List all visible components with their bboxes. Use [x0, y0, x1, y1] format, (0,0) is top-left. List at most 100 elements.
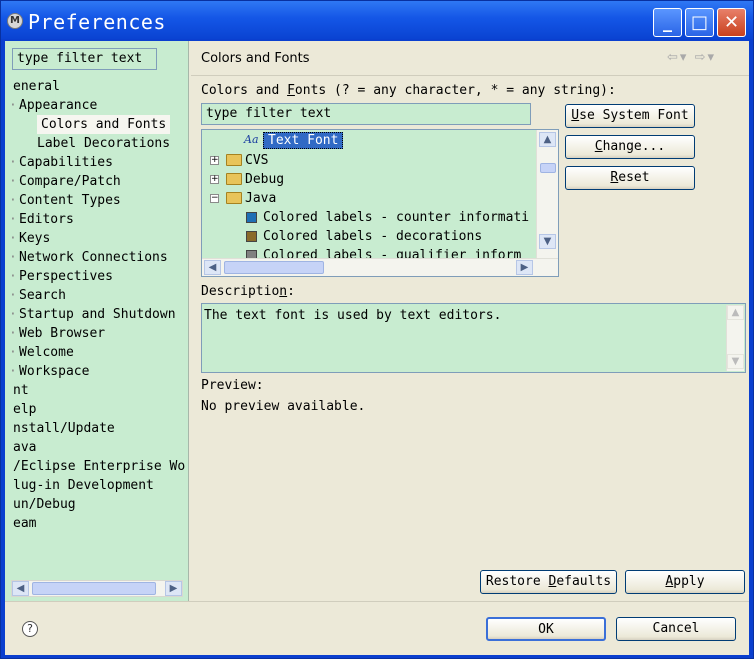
- tree-scroll-left-icon[interactable]: ◀: [204, 260, 221, 275]
- nav-item[interactable]: Label Decorations: [37, 134, 170, 153]
- tree-connector-icon: ·: [9, 364, 17, 379]
- preference-nav: type filter text eneral Appearance · Colors…: [5, 41, 189, 601]
- nav-item[interactable]: Keys: [19, 229, 50, 248]
- tree-connector-icon: ·: [9, 269, 17, 284]
- tree-connector-icon: ·: [9, 193, 17, 208]
- nav-item[interactable]: Content Types: [19, 191, 121, 210]
- color-swatch-icon: [246, 212, 257, 223]
- tree-connector-icon: ·: [9, 345, 17, 360]
- nav-item[interactable]: elp: [13, 400, 36, 419]
- minimize-button[interactable]: _: [653, 8, 682, 37]
- color-swatch-icon: [246, 250, 257, 258]
- nav-item[interactable]: Editors: [19, 210, 74, 229]
- scroll-up-icon[interactable]: ▲: [539, 132, 556, 147]
- tree-item[interactable]: Colored labels - counter informati: [263, 208, 529, 227]
- nav-item[interactable]: Perspectives: [19, 267, 113, 286]
- scroll-left-icon[interactable]: ◀: [12, 581, 29, 596]
- nav-tree: eneral Appearance · Colors and Fonts Label D…: [5, 77, 187, 577]
- tree-connector-icon: ·: [9, 288, 17, 303]
- preview-text: No preview available.: [201, 399, 366, 414]
- ok-button[interactable]: OK: [486, 617, 606, 641]
- description-label: Description:: [201, 284, 295, 299]
- window-title: Preferences: [28, 10, 166, 34]
- nav-item[interactable]: Web Browser: [19, 324, 105, 343]
- nav-item[interactable]: Startup and Shutdown: [19, 305, 176, 324]
- tree-connector-icon: ·: [9, 155, 17, 170]
- nav-item[interactable]: ava: [13, 438, 36, 457]
- back-arrow-icon[interactable]: ⇦: [667, 50, 680, 65]
- description-text: The text font is used by text editors.: [204, 308, 502, 323]
- tree-horizontal-scrollbar[interactable]: ◀ ▶: [202, 258, 558, 276]
- expand-toggle-icon[interactable]: −: [210, 194, 219, 203]
- forward-dropdown-icon[interactable]: ▾: [707, 50, 716, 65]
- restore-defaults-button[interactable]: Restore Defaults: [480, 570, 617, 594]
- nav-item[interactable]: eam: [13, 514, 36, 533]
- nav-item[interactable]: Welcome: [19, 343, 74, 362]
- colors-fonts-tree[interactable]: Aa Text Font + CVS + Debug − Java Colored labels…: [201, 129, 559, 277]
- maximize-button[interactable]: □: [685, 8, 714, 37]
- tree-connector-icon: ·: [9, 98, 17, 113]
- change-font-button[interactable]: Change...: [565, 135, 695, 159]
- nav-filter-input[interactable]: type filter text: [12, 48, 157, 70]
- tree-connector-icon: ·: [9, 307, 17, 322]
- tree-item[interactable]: Java: [245, 189, 276, 208]
- desc-scroll-down-icon[interactable]: ▼: [727, 354, 744, 369]
- dialog-client: type filter text eneral Appearance · Colors…: [5, 41, 749, 655]
- back-dropdown-icon[interactable]: ▾: [680, 50, 689, 65]
- nav-item[interactable]: /Eclipse Enterprise Wo: [13, 457, 185, 476]
- desc-scroll-up-icon[interactable]: ▲: [727, 305, 744, 320]
- history-nav: ⇦▾ ⇨▾: [667, 50, 716, 65]
- nav-item[interactable]: un/Debug: [13, 495, 76, 514]
- tree-scroll-right-icon[interactable]: ▶: [516, 260, 533, 275]
- tree-item[interactable]: Colored labels - qualifier inform: [263, 246, 521, 258]
- tree-connector-icon: ·: [9, 174, 17, 189]
- nav-item[interactable]: Colors and Fonts: [37, 115, 171, 134]
- colors-filter-input[interactable]: type filter text: [201, 103, 531, 125]
- nav-item[interactable]: Network Connections: [19, 248, 168, 267]
- scroll-right-icon[interactable]: ▶: [165, 581, 182, 596]
- folder-icon: [226, 192, 242, 204]
- close-button[interactable]: ✕: [717, 8, 746, 37]
- reset-button[interactable]: Reset: [565, 166, 695, 190]
- description-box[interactable]: The text font is used by text editors. ▲…: [201, 303, 746, 373]
- scroll-thumb[interactable]: [32, 582, 156, 595]
- nav-item[interactable]: Capabilities: [19, 153, 113, 172]
- tree-connector-icon: ·: [9, 326, 17, 341]
- page-title: Colors and Fonts: [201, 51, 310, 66]
- apply-button[interactable]: Apply: [625, 570, 745, 594]
- expand-toggle-icon[interactable]: +: [210, 175, 219, 184]
- preview-label: Preview:: [201, 378, 264, 393]
- cancel-button[interactable]: Cancel: [616, 617, 736, 641]
- forward-arrow-icon[interactable]: ⇨: [695, 50, 708, 65]
- nav-item[interactable]: Search: [19, 286, 66, 305]
- title-bar[interactable]: M Preferences _ □ ✕: [1, 1, 753, 39]
- scroll-down-icon[interactable]: ▼: [539, 234, 556, 249]
- color-swatch-icon: [246, 231, 257, 242]
- expand-toggle-icon[interactable]: +: [210, 156, 219, 165]
- tree-item[interactable]: Debug: [245, 170, 284, 189]
- tree-hscroll-thumb[interactable]: [224, 261, 324, 274]
- tree-item[interactable]: Text Font: [263, 132, 344, 149]
- use-system-font-button[interactable]: Use System Font: [565, 104, 695, 128]
- filter-label: Colors and Fonts (? = any character, * =…: [201, 83, 616, 98]
- tree-vertical-scrollbar[interactable]: ▲ ▼: [536, 130, 558, 258]
- nav-item[interactable]: lug-in Development: [13, 476, 154, 495]
- preferences-window: M Preferences _ □ ✕ type filter text ene…: [0, 0, 754, 659]
- tree-connector-icon: ·: [9, 231, 17, 246]
- nav-item[interactable]: eneral: [13, 77, 60, 96]
- description-scrollbar[interactable]: ▲ ▼: [726, 305, 744, 371]
- nav-item[interactable]: Compare/Patch: [19, 172, 121, 191]
- nav-item[interactable]: nstall/Update: [13, 419, 115, 438]
- footer-separator: [5, 601, 749, 602]
- nav-item[interactable]: Appearance: [19, 96, 97, 115]
- tree-vscroll-thumb[interactable]: [540, 163, 556, 173]
- help-icon[interactable]: ?: [22, 621, 38, 637]
- nav-horizontal-scrollbar[interactable]: ◀ ▶: [11, 580, 183, 597]
- folder-icon: [226, 154, 242, 166]
- nav-item[interactable]: Workspace: [19, 362, 89, 381]
- tree-item[interactable]: Colored labels - decorations: [263, 227, 482, 246]
- tree-item[interactable]: CVS: [245, 151, 268, 170]
- font-icon: Aa: [244, 133, 259, 146]
- nav-item[interactable]: nt: [13, 381, 29, 400]
- tree-connector-icon: ·: [9, 212, 17, 227]
